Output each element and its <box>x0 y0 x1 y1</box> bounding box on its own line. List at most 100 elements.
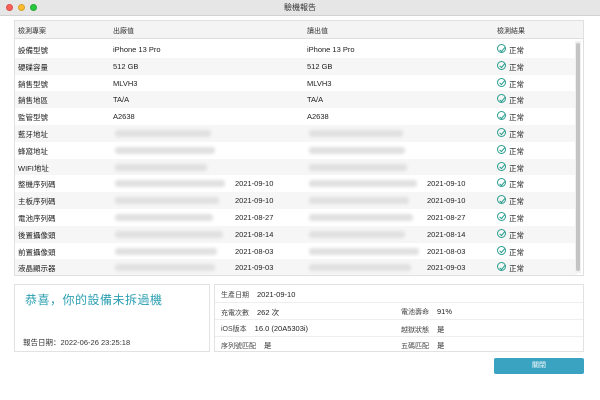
row-factory-date: 2021-09-03 <box>235 263 274 273</box>
row-item: 蜂窩地址 <box>18 146 48 156</box>
header-result: 檢測結果 <box>497 28 525 35</box>
row-factory-date: 2021-08-27 <box>235 212 274 222</box>
table-row: 銷售型號 MLVH3 MLVH3 正常 <box>15 75 577 92</box>
row-item: 銷售地區 <box>18 96 48 106</box>
title-bar: 驗機報告 <box>0 0 600 16</box>
check-circle-icon <box>497 178 506 188</box>
row-result: 正常 <box>509 180 524 190</box>
row-factory-date: 2021-08-14 <box>235 229 274 239</box>
table-row: 蜂窩地址 正常 <box>15 142 577 159</box>
serial-match-label: 序列號匹配 <box>221 343 256 350</box>
row-item: 監管型號 <box>18 113 48 123</box>
check-circle-icon <box>497 44 506 53</box>
redacted-read-value <box>309 247 419 255</box>
row-read-date: 2021-09-10 <box>427 179 466 189</box>
row-result: 正常 <box>509 247 524 257</box>
row-item: 銷售型號 <box>18 79 48 89</box>
row-item: 主板序列碼 <box>18 197 56 207</box>
summary-message: 恭喜，你的設備未拆過機 <box>25 293 163 307</box>
row-result: 正常 <box>509 197 524 207</box>
report-date-value: 2022-06-26 23:25:18 <box>60 338 131 347</box>
table-row: 設備型號 iPhone 13 Pro iPhone 13 Pro 正常 <box>15 41 577 58</box>
row-item: 後置攝像頭 <box>18 230 56 240</box>
row-read-date: 2021-08-03 <box>427 246 466 256</box>
redacted-read-value <box>309 230 405 238</box>
header-item: 檢測專案 <box>18 28 46 35</box>
row-result: 正常 <box>509 113 524 123</box>
redacted-read-value <box>309 180 417 188</box>
report-date-label: 報告日期： <box>23 338 61 347</box>
report-date: 報告日期：2022-06-26 23:25:18 <box>23 337 130 348</box>
redacted-factory-value <box>115 213 213 221</box>
row-factory-value: 512 GB <box>113 61 139 71</box>
redacted-read-value <box>309 163 407 171</box>
scrollbar-thumb[interactable] <box>576 43 580 271</box>
redacted-factory-value <box>115 264 215 272</box>
redacted-read-value <box>309 146 405 154</box>
row-read-value: A2638 <box>307 112 329 122</box>
check-circle-icon <box>497 94 506 104</box>
activation-value: 是 <box>437 341 445 350</box>
window-title: 驗機報告 <box>284 3 316 12</box>
row-item: 設備型號 <box>18 46 48 55</box>
report-window: 驗機報告 檢測專案 出廠值 讀出值 檢測結果 設備型號 iPhone 13 Pro… <box>0 0 600 400</box>
row-factory-date: 2021-09-10 <box>235 196 274 206</box>
row-item: 藍牙地址 <box>18 129 48 139</box>
row-result: 正常 <box>509 96 524 106</box>
redacted-read-value <box>309 197 409 205</box>
redacted-read-value <box>309 129 403 137</box>
table-scrollbar[interactable] <box>575 41 581 273</box>
header-read: 讀出值 <box>307 28 328 35</box>
table-row: 液晶顯示器 2021-09-03 2021-09-03 正常 <box>15 259 577 275</box>
row-result: 正常 <box>509 163 524 173</box>
table-row: 前置攝像頭 2021-08-03 2021-08-03 正常 <box>15 243 577 260</box>
production-date: 生產日期 2021-09-10 <box>221 290 295 300</box>
row-factory-value: A2638 <box>113 112 135 122</box>
row-item: 前置攝像頭 <box>18 247 56 257</box>
check-circle-icon <box>497 161 506 171</box>
check-circle-icon <box>497 77 506 87</box>
jailbreak-label: 越獄狀態 <box>401 327 429 334</box>
jailbreak-status: 越獄狀態 是 <box>401 324 445 335</box>
charge-count-value: 262 次 <box>257 308 280 317</box>
battery-life-label: 電池壽命 <box>401 309 429 316</box>
divider <box>215 302 583 303</box>
battery-life-value: 91% <box>437 307 453 316</box>
ios-version-value: 16.0 (20A5303i) <box>254 324 309 333</box>
row-item: 硬碟容量 <box>18 62 48 72</box>
row-read-value: MLVH3 <box>307 78 332 88</box>
production-date-label: 生產日期 <box>221 292 249 299</box>
activation-match: 五碼匹配 是 <box>401 340 445 351</box>
check-circle-icon <box>497 144 506 154</box>
check-circle-icon <box>497 211 506 221</box>
divider <box>215 319 583 320</box>
row-read-value: TA/A <box>307 95 324 105</box>
check-circle-icon <box>497 245 506 255</box>
summary-panel: 恭喜，你的設備未拆過機 報告日期：2022-06-26 23:25:18 <box>14 284 210 352</box>
row-read-date: 2021-08-14 <box>427 229 466 239</box>
jailbreak-value: 是 <box>437 325 445 334</box>
table-header: 檢測專案 出廠值 讀出值 檢測結果 <box>15 21 583 39</box>
row-item: 整機序列碼 <box>18 180 56 190</box>
check-circle-icon <box>497 60 506 70</box>
row-item: 液晶顯示器 <box>18 264 56 274</box>
table-row: 銷售地區 TA/A TA/A 正常 <box>15 91 577 109</box>
table-row: 硬碟容量 512 GB 512 GB 正常 <box>15 57 577 75</box>
divider <box>215 336 583 337</box>
row-read-date: 2021-09-03 <box>427 263 466 273</box>
redacted-factory-value <box>115 180 225 188</box>
row-result: 正常 <box>509 62 524 72</box>
close-button[interactable]: 關閉 <box>494 358 584 374</box>
row-read-date: 2021-08-27 <box>427 212 466 222</box>
row-result: 正常 <box>509 46 524 55</box>
row-read-value: 512 GB <box>307 61 333 71</box>
table-body: 設備型號 iPhone 13 Pro iPhone 13 Pro 正常硬碟容量 512 … <box>15 41 577 275</box>
table-row: WIFI地址 正常 <box>15 158 577 176</box>
battery-life: 電池壽命 91% <box>401 307 452 317</box>
redacted-factory-value <box>115 197 219 205</box>
ios-version-label: iOS版本 <box>221 326 247 333</box>
serial-match: 序列號匹配 是 <box>221 340 272 351</box>
row-result: 正常 <box>509 213 524 223</box>
row-read-date: 2021-09-10 <box>427 196 466 206</box>
charge-count: 充電次數 262 次 <box>221 307 279 318</box>
